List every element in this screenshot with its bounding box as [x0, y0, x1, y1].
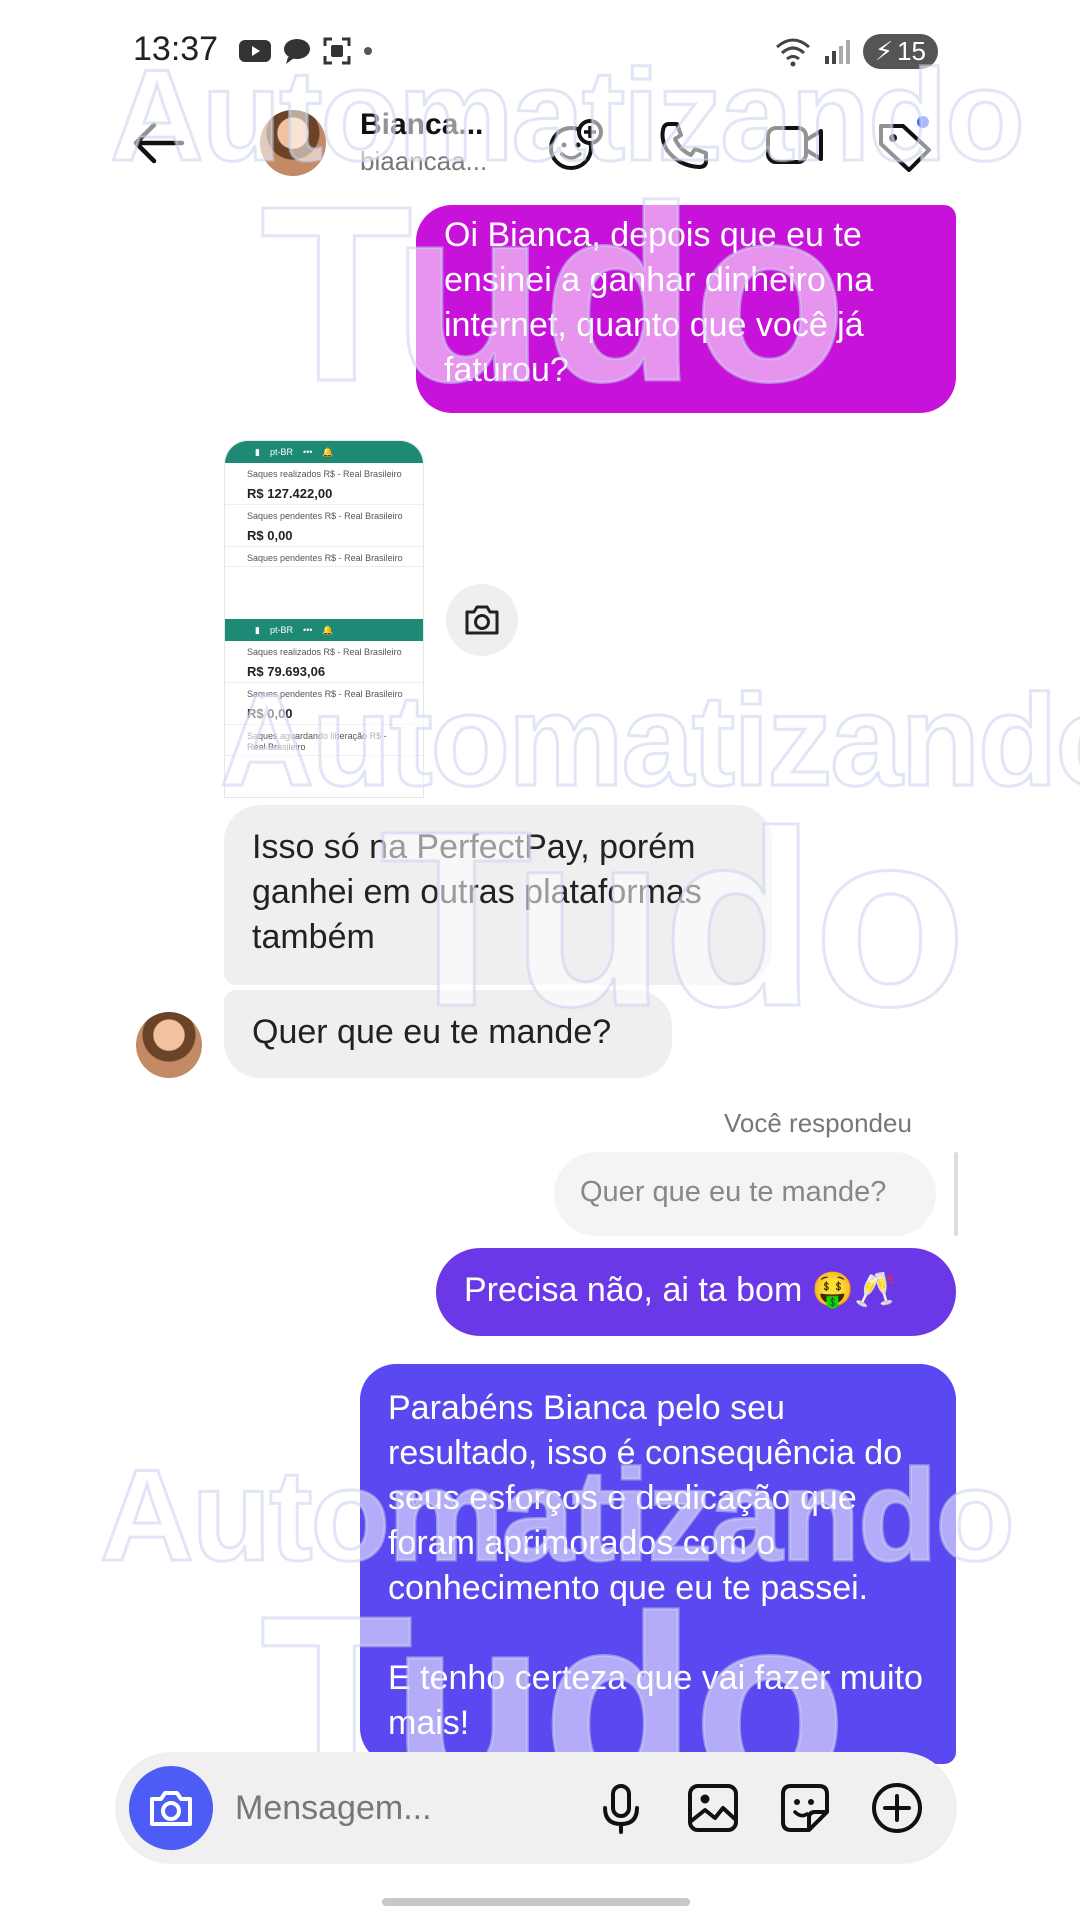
camera-icon — [150, 1791, 192, 1826]
message-input[interactable] — [235, 1782, 535, 1834]
message-composer — [115, 1752, 957, 1864]
view-photo-button[interactable] — [446, 584, 518, 656]
sent-message-bubble[interactable]: Precisa não, ai ta bom 🤑🥂 — [436, 1248, 956, 1336]
microphone-icon[interactable] — [593, 1780, 649, 1836]
phone-icon[interactable] — [655, 118, 715, 172]
chat-bubble-icon — [284, 39, 310, 64]
quoted-message[interactable]: Quer que eu te mande? — [554, 1152, 936, 1236]
withdrawal-row: Saques pendentes R$ - Real Brasileiro R$ … — [225, 505, 423, 547]
app-toolbar: ▮ pt-BR ••• 🔔 — [225, 441, 423, 463]
withdrawal-row: Saques aguardando liberação R$ - Real Br… — [225, 725, 423, 756]
withdrawal-row: Saques realizados R$ - Real Brasileiro R$… — [225, 463, 423, 505]
withdrawal-row: Saques pendentes R$ - Real Brasileiro — [225, 547, 423, 567]
contact-username[interactable]: biaancaa... — [360, 146, 487, 177]
camera-icon — [465, 605, 499, 635]
status-bar: 13:37 ⚡ 15 — [0, 30, 1080, 74]
screenshot-withdrawals-1: ▮ pt-BR ••• 🔔 Saques realizados R$ - Rea… — [225, 441, 423, 567]
notification-dot — [915, 114, 931, 130]
logo-icon: ▮ — [255, 446, 260, 457]
received-message-bubble[interactable]: Quer que eu te mande? — [224, 990, 672, 1078]
screenshot-icon — [323, 37, 351, 65]
youtube-icon — [239, 40, 271, 62]
contact-name[interactable]: Bianca... — [360, 108, 483, 142]
sent-message-bubble[interactable]: Parabéns Bianca pelo seu resultado, isso… — [360, 1364, 956, 1764]
logo-icon: ▮ — [255, 624, 260, 635]
charging-icon: ⚡ — [874, 36, 894, 66]
gallery-icon[interactable] — [685, 1780, 741, 1836]
chat-header: Bianca... biaancaa... — [0, 100, 1080, 190]
plus-icon[interactable] — [869, 1780, 925, 1836]
language-label: pt-BR — [269, 625, 293, 635]
withdrawal-row: Saques pendentes R$ - Real Brasileiro R$ … — [225, 683, 423, 725]
reply-indicator — [954, 1152, 958, 1236]
add-effect-icon[interactable] — [545, 118, 605, 172]
battery-indicator: ⚡ 15 — [862, 34, 938, 69]
withdrawal-row: Saques realizados R$ - Real Brasileiro R$… — [225, 641, 423, 683]
bell-icon: 🔔 — [322, 446, 334, 457]
language-label: pt-BR — [269, 447, 293, 457]
more-icon: ••• — [302, 625, 313, 635]
screenshot-withdrawals-2: ▮ pt-BR ••• 🔔 Saques realizados R$ - Rea… — [225, 619, 423, 756]
sent-message-bubble[interactable]: Oi Bianca, depois que eu te ensinei a ga… — [416, 205, 956, 413]
home-indicator[interactable] — [382, 1898, 690, 1906]
camera-button[interactable] — [129, 1766, 213, 1850]
wifi-icon — [775, 38, 810, 66]
reply-label: Você respondeu — [724, 1108, 912, 1138]
status-time: 13:37 — [133, 30, 219, 68]
back-arrow-icon[interactable] — [130, 118, 186, 168]
battery-level: 15 — [897, 36, 926, 66]
bell-icon: 🔔 — [322, 624, 334, 635]
sender-avatar[interactable] — [136, 1012, 202, 1078]
more-icon: ••• — [302, 447, 313, 457]
signal-icon — [824, 39, 850, 64]
image-message[interactable]: ▮ pt-BR ••• 🔔 Saques realizados R$ - Rea… — [224, 440, 424, 798]
app-toolbar: ▮ pt-BR ••• 🔔 — [225, 619, 423, 641]
video-call-icon[interactable] — [765, 118, 825, 172]
contact-avatar[interactable] — [260, 110, 326, 176]
received-message-bubble[interactable]: Isso só na PerfectPay, porém ganhei em o… — [224, 805, 772, 985]
more-dot-icon — [364, 47, 372, 55]
sticker-icon[interactable] — [777, 1780, 833, 1836]
